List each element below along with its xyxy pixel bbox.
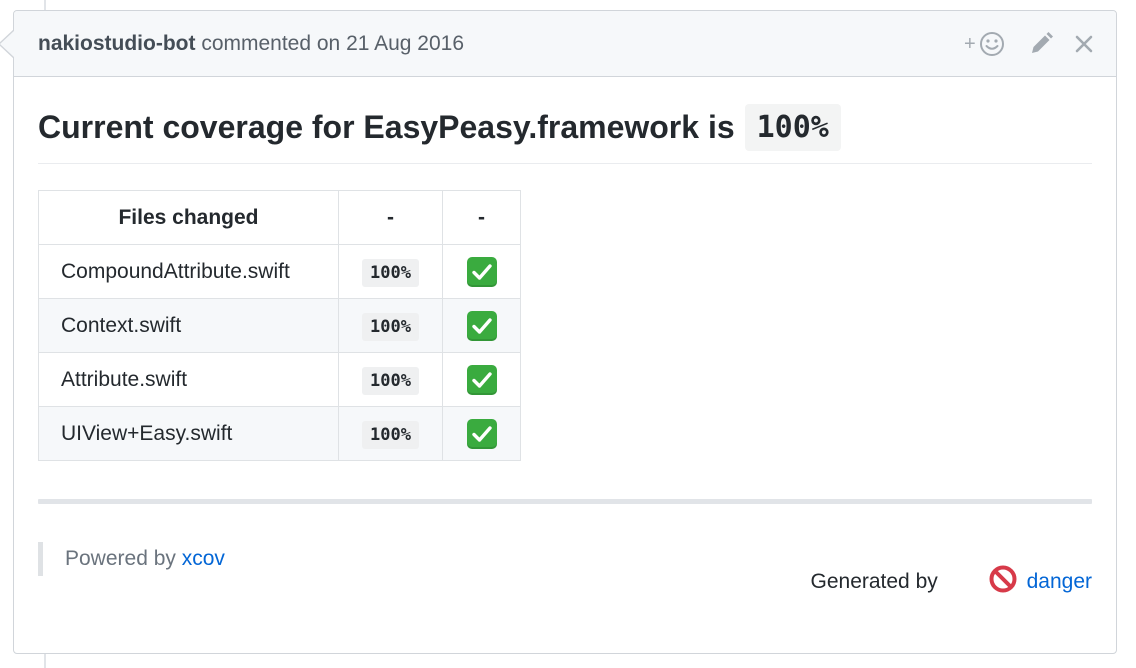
file-name: Context.swift <box>38 298 339 353</box>
comment-arrow-fill <box>0 30 15 58</box>
check-mark-icon <box>466 364 497 395</box>
coverage-heading: Current coverage for EasyPeasy.framework… <box>38 97 1092 164</box>
status-cell <box>442 244 521 299</box>
coverage-percent: 100% <box>362 312 419 341</box>
generated-by: Generated by danger <box>810 541 1092 623</box>
coverage-percent: 100% <box>362 420 419 449</box>
table-row: UIView+Easy.swift 100% <box>38 406 521 461</box>
coverage-percent: 100% <box>362 366 419 395</box>
header-actions: + <box>964 11 1094 76</box>
horizontal-rule <box>38 499 1092 504</box>
file-name: CompoundAttribute.swift <box>38 244 339 299</box>
status-cell <box>442 406 521 461</box>
coverage-cell: 100% <box>338 352 443 407</box>
close-icon <box>1075 35 1093 52</box>
powered-by-label: Powered by <box>65 547 182 570</box>
coverage-cell: 100% <box>338 244 443 299</box>
status-cell <box>442 298 521 353</box>
check-mark-icon <box>466 418 497 449</box>
comment-date[interactable]: 21 Aug 2016 <box>346 32 464 55</box>
generated-by-label: Generated by <box>810 570 944 593</box>
coverage-cell: 100% <box>338 406 443 461</box>
coverage-table: Files changed - - CompoundAttribute.swif… <box>38 190 521 461</box>
delete-comment-button[interactable] <box>1074 34 1094 54</box>
add-reaction-icon: + <box>964 31 1004 56</box>
coverage-value: 100% <box>744 103 841 151</box>
comment-box: nakiostudio-bot commented on 21 Aug 2016… <box>0 10 1117 654</box>
comment-meta: nakiostudio-bot commented on 21 Aug 2016 <box>38 32 464 56</box>
table-header-row: Files changed - - <box>38 190 521 245</box>
coverage-percent: 100% <box>362 258 419 287</box>
table-row: CompoundAttribute.swift 100% <box>38 244 521 299</box>
pencil-icon <box>1032 31 1053 53</box>
file-name: UIView+Easy.swift <box>38 406 339 461</box>
xcov-link[interactable]: xcov <box>182 547 225 571</box>
comment-header: nakiostudio-bot commented on 21 Aug 2016… <box>14 11 1116 77</box>
svg-text:+: + <box>964 33 976 55</box>
coverage-heading-text: Current coverage for EasyPeasy.framework… <box>38 108 735 145</box>
table-row: Context.swift 100% <box>38 298 521 353</box>
add-reaction-button[interactable]: + <box>964 30 1008 58</box>
file-name: Attribute.swift <box>38 352 339 407</box>
comment-action-text: commented on <box>195 31 347 55</box>
comment-body: Current coverage for EasyPeasy.framework… <box>14 77 1116 576</box>
author-link[interactable]: nakiostudio-bot <box>38 32 195 55</box>
check-mark-icon <box>466 256 497 287</box>
column-header-status: - <box>442 190 521 245</box>
column-header-files: Files changed <box>38 190 339 245</box>
edit-comment-button[interactable] <box>1028 31 1054 57</box>
coverage-cell: 100% <box>338 298 443 353</box>
table-row: Attribute.swift 100% <box>38 352 521 407</box>
no-entry-icon <box>954 541 1017 623</box>
danger-link[interactable]: danger <box>1027 570 1092 594</box>
check-mark-icon <box>466 310 497 341</box>
column-header-coverage: - <box>338 190 443 245</box>
status-cell <box>442 352 521 407</box>
